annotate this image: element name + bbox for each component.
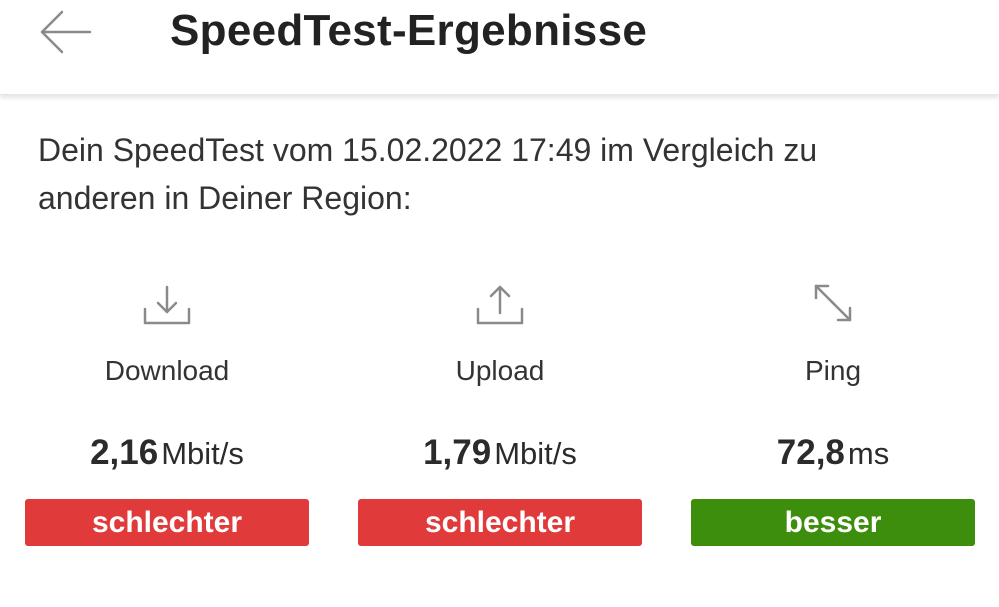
metric-value: 72,8 — [776, 433, 845, 472]
metric-download: Download 2,16Mbit/s schlechter — [24, 275, 310, 546]
metric-value: 2,16 — [90, 433, 159, 472]
upload-icon — [476, 285, 524, 325]
rating-badge: schlechter — [358, 499, 642, 546]
intro-text: Dein SpeedTest vom 15.02.2022 17:49 im V… — [38, 132, 818, 216]
page-title: SpeedTest-Ergebnisse — [170, 6, 648, 55]
metric-unit: Mbit/s — [161, 436, 244, 471]
metric-value-row: 72,8ms — [690, 429, 976, 477]
metric-upload: Upload 1,79Mbit/s schlechter — [357, 275, 643, 546]
metric-value-row: 2,16Mbit/s — [24, 429, 310, 477]
metric-label: Ping — [804, 355, 862, 386]
ping-arrows-icon — [814, 284, 852, 322]
arrow-left-icon — [40, 10, 92, 54]
metric-unit: ms — [847, 436, 890, 471]
metric-value-row: 1,79Mbit/s — [357, 429, 643, 477]
back-button[interactable] — [36, 6, 96, 58]
metric-ping: Ping 72,8ms besser — [690, 275, 976, 546]
metric-unit: Mbit/s — [494, 436, 577, 471]
metric-label: Download — [104, 355, 230, 386]
metric-value: 1,79 — [423, 433, 492, 472]
app-bar: SpeedTest-Ergebnisse — [0, 0, 999, 95]
rating-badge: schlechter — [25, 499, 309, 546]
rating-badge: besser — [691, 499, 975, 546]
download-icon — [143, 285, 191, 325]
metric-label: Upload — [455, 355, 545, 386]
